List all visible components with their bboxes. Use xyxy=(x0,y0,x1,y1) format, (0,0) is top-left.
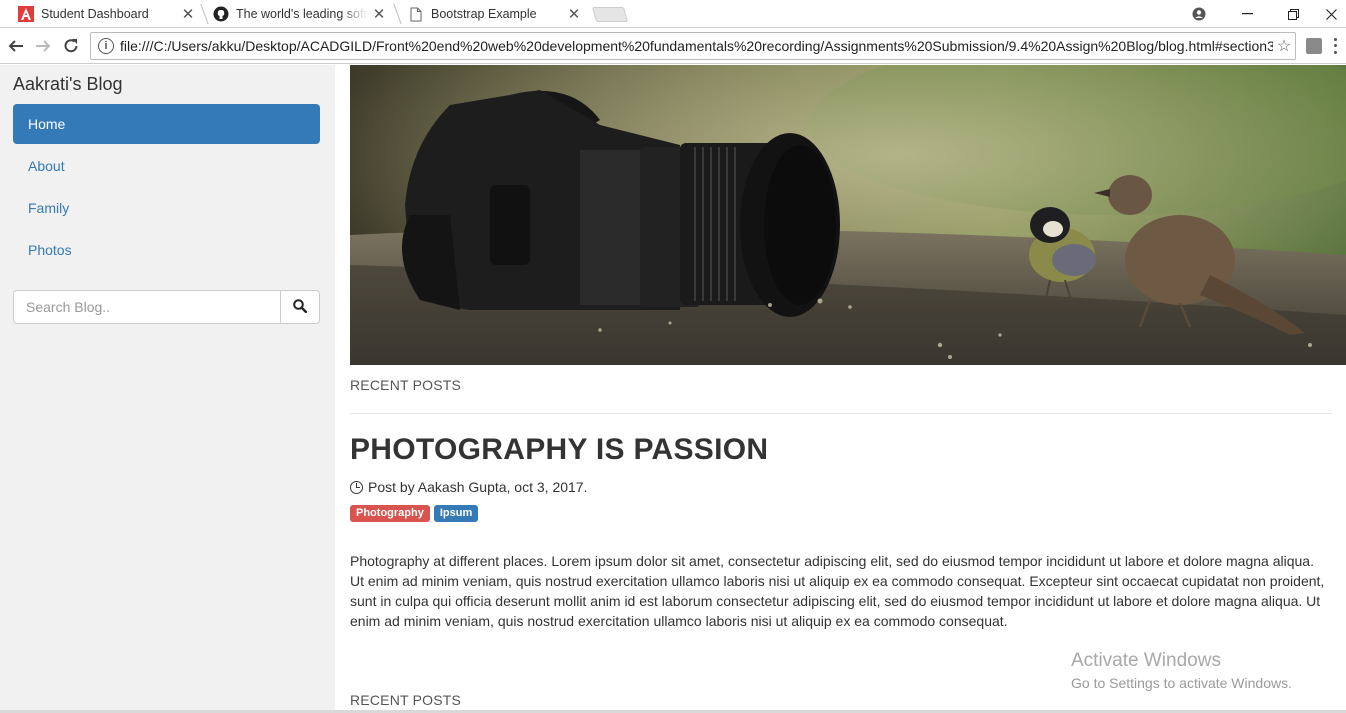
search-icon xyxy=(293,298,308,316)
address-bar[interactable]: i file:///C:/Users/akku/Desktop/ACADGILD… xyxy=(90,32,1296,60)
document-icon xyxy=(408,6,424,22)
minimize-window-button[interactable] xyxy=(1224,0,1270,28)
tag-photography: Photography xyxy=(350,505,430,522)
hero-image-camera-and-birds xyxy=(350,65,1346,365)
post-title: PHOTOGRAPHY IS PASSION xyxy=(350,433,769,466)
tab-github[interactable]: The world's leading softw ✕ xyxy=(213,0,387,28)
tab-bootstrap-example[interactable]: Bootstrap Example ✕ xyxy=(408,0,582,28)
browser-tab-strip: Student Dashboard ✕ The world's leading … xyxy=(0,0,1346,28)
search-input[interactable] xyxy=(13,290,280,324)
watermark-title: Activate Windows xyxy=(1071,650,1221,671)
close-tab-icon[interactable]: ✕ xyxy=(180,5,196,23)
sidebar-item-photos[interactable]: Photos xyxy=(13,230,320,270)
section-label-recent-posts: RECENT POSTS xyxy=(350,377,462,393)
post-body: Photography at different places. Lorem i… xyxy=(350,553,1325,629)
divider xyxy=(350,413,1332,414)
tag-ipsum: Ipsum xyxy=(433,505,479,522)
browser-menu-icon[interactable] xyxy=(1330,36,1340,56)
back-button[interactable] xyxy=(4,34,28,58)
extension-icon[interactable] xyxy=(1306,38,1322,54)
tab-student-dashboard[interactable]: Student Dashboard ✕ xyxy=(18,0,196,28)
sidebar-item-home[interactable]: Home xyxy=(13,104,320,144)
info-icon[interactable]: i xyxy=(98,38,114,54)
post-meta-text: Post by Aakash Gupta, oct 3, 2017. xyxy=(368,479,588,495)
tab-title: Student Dashboard xyxy=(41,7,149,21)
watermark-subtitle: Go to Settings to activate Windows. xyxy=(1071,675,1292,691)
reload-button[interactable] xyxy=(59,34,83,58)
profile-icon[interactable] xyxy=(1176,0,1222,28)
main-content: RECENT POSTS PHOTOGRAPHY IS PASSION Post… xyxy=(350,65,1346,713)
activate-windows-watermark: Activate Windows Go to Settings to activ… xyxy=(1071,650,1292,691)
close-tab-icon[interactable]: ✕ xyxy=(566,5,582,23)
forward-button[interactable] xyxy=(31,34,55,58)
tab-title: The world's leading softw xyxy=(236,7,367,21)
star-icon[interactable]: ☆ xyxy=(1273,36,1295,56)
search-button[interactable] xyxy=(280,290,320,324)
blog-brand: Aakrati's Blog xyxy=(13,74,123,94)
section-label-recent-posts-2: RECENT POSTS xyxy=(350,692,462,708)
sidebar-item-about[interactable]: About xyxy=(13,146,320,186)
sidebar-nav: Home About Family Photos xyxy=(13,104,320,272)
close-window-button[interactable] xyxy=(1316,0,1346,28)
restore-window-button[interactable] xyxy=(1270,0,1316,28)
blog-search xyxy=(13,290,320,324)
url-text: file:///C:/Users/akku/Desktop/ACADGILD/F… xyxy=(120,38,1273,54)
new-tab-button[interactable] xyxy=(591,7,629,22)
tab-title: Bootstrap Example xyxy=(431,7,537,21)
clock-icon xyxy=(350,480,363,494)
sidebar: Aakrati's Blog Home About Family Photos xyxy=(0,65,335,713)
post-meta: Post by Aakash Gupta, oct 3, 2017. xyxy=(350,479,587,495)
sidebar-item-family[interactable]: Family xyxy=(13,188,320,228)
github-icon xyxy=(213,6,229,22)
post-tags: Photography Ipsum xyxy=(350,505,479,522)
close-tab-icon[interactable]: ✕ xyxy=(371,5,387,23)
browser-toolbar: i file:///C:/Users/akku/Desktop/ACADGILD… xyxy=(0,28,1346,64)
acadgild-icon xyxy=(18,6,34,22)
